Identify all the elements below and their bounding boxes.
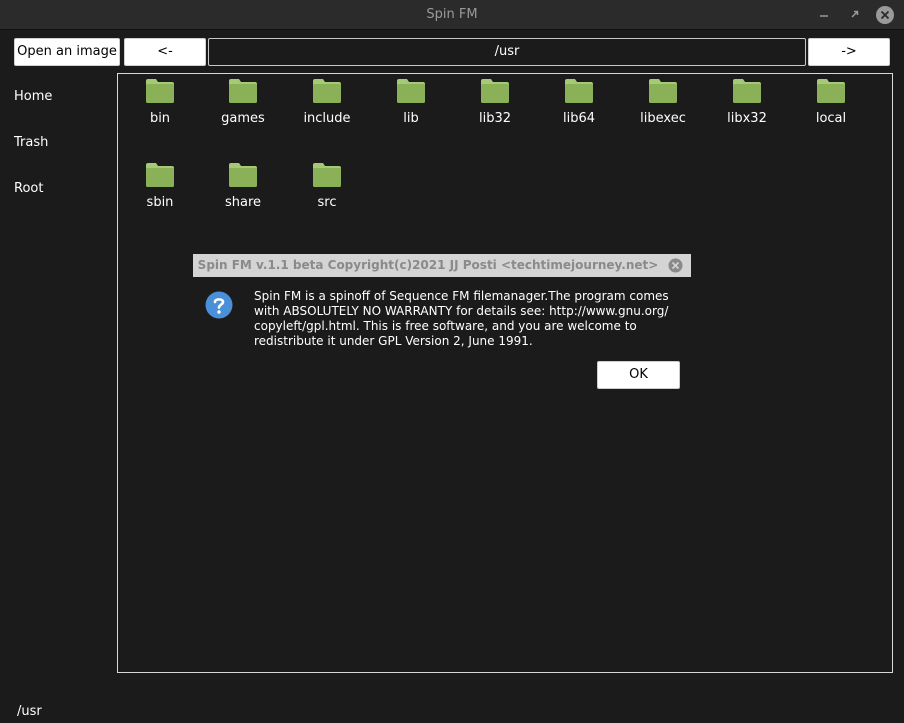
folder-icon (146, 79, 174, 103)
folder-name: local (815, 111, 847, 126)
dialog-message: Spin FM is a spinoff of Sequence FM file… (254, 289, 684, 349)
folder-icon (733, 79, 761, 103)
folder-icon (229, 163, 257, 187)
folder-name: games (221, 111, 265, 126)
dialog-message-line: Spin FM is a spinoff of Sequence FM file… (254, 289, 669, 303)
folder-name: lib32 (478, 111, 512, 126)
dialog-message-line: with ABSOLUTELY NO WARRANTY for details … (254, 304, 669, 318)
folder-item[interactable]: include (287, 78, 367, 126)
folder-name: src (317, 195, 337, 210)
folder-item[interactable]: bin (120, 78, 200, 126)
folder-name: sbin (146, 195, 174, 210)
ok-button[interactable]: OK (597, 361, 680, 389)
forward-button[interactable]: -> (808, 38, 890, 66)
folder-item[interactable]: sbin (120, 162, 200, 210)
dialog-title-bar: Spin FM v.1.1 beta Copyright(c)2021 JJ P… (193, 254, 691, 277)
sidebar-item-home[interactable]: Home (14, 89, 52, 104)
folder-icon (397, 79, 425, 103)
folder-icon (817, 79, 845, 103)
folder-item[interactable]: share (203, 162, 283, 210)
folder-item[interactable]: src (287, 162, 367, 210)
close-icon[interactable] (876, 6, 894, 24)
dialog-message-line: copyleft/gpl.html. This is free software… (254, 319, 637, 333)
folder-name: libexec (640, 111, 686, 126)
sidebar-item-trash[interactable]: Trash (14, 135, 48, 150)
folder-icon (649, 79, 677, 103)
status-path: /usr (17, 704, 42, 719)
folder-icon (313, 163, 341, 187)
folder-item[interactable]: libexec (623, 78, 703, 126)
folder-icon (146, 163, 174, 187)
dialog-close-icon[interactable] (667, 257, 684, 274)
folder-name: lib (403, 111, 419, 126)
folder-name: libx32 (727, 111, 767, 126)
folder-item[interactable]: lib32 (455, 78, 535, 126)
title-bar: Spin FM (0, 0, 904, 30)
folder-item[interactable]: local (791, 78, 871, 126)
folder-icon (313, 79, 341, 103)
about-dialog: Spin FM is a spinoff of Sequence FM file… (193, 277, 691, 397)
dialog-message-line: redistribute it under GPL Version 2, Jun… (254, 334, 533, 348)
folder-item[interactable]: lib64 (539, 78, 619, 126)
folder-item[interactable]: games (203, 78, 283, 126)
folder-name: include (303, 111, 351, 126)
folder-name: lib64 (562, 111, 596, 126)
minimize-icon[interactable] (815, 6, 833, 24)
path-input[interactable]: /usr (208, 38, 806, 66)
folder-name: share (224, 195, 262, 210)
back-button[interactable]: <- (124, 38, 206, 66)
folder-name: bin (149, 111, 171, 126)
folder-icon (565, 79, 593, 103)
folder-item[interactable]: libx32 (707, 78, 787, 126)
folder-item[interactable]: lib (371, 78, 451, 126)
question-icon (205, 291, 233, 319)
open-image-button[interactable]: Open an image (14, 38, 120, 66)
folder-icon (481, 79, 509, 103)
folder-icon (229, 79, 257, 103)
sidebar-item-root[interactable]: Root (14, 181, 43, 196)
dialog-title: Spin FM v.1.1 beta Copyright(c)2021 JJ P… (197, 258, 659, 272)
maximize-icon[interactable] (846, 6, 864, 24)
window-title: Spin FM (426, 7, 478, 22)
